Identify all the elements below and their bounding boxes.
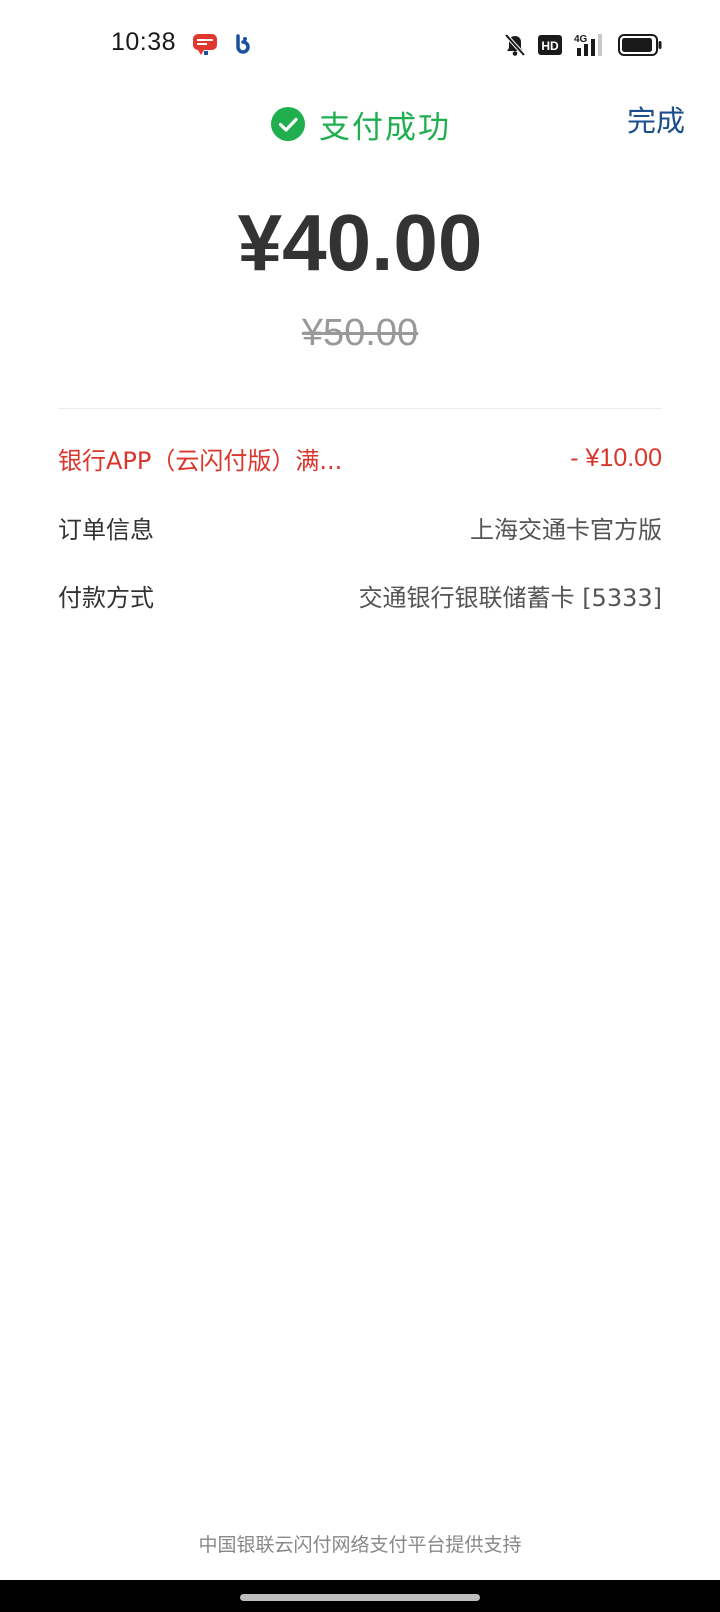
discount-value: - ¥10.00 xyxy=(570,443,662,472)
payment-method-value: 交通银行银联储蓄卡 [5333] xyxy=(358,583,662,612)
divider xyxy=(58,408,662,409)
mute-bell-icon xyxy=(504,33,526,57)
hd-icon: HD xyxy=(538,35,562,55)
original-amount: ¥50.00 xyxy=(301,312,419,354)
battery-icon xyxy=(618,34,662,56)
order-info-label: 订单信息 xyxy=(58,515,154,544)
page-title: 支付成功 xyxy=(319,109,451,146)
status-time: 10:38 xyxy=(111,28,177,56)
status-bar: 10:38 HD 4G xyxy=(0,0,720,92)
order-info-row: 订单信息 上海交通卡官方版 xyxy=(58,507,662,547)
payment-method-label: 付款方式 xyxy=(58,583,154,612)
svg-text:HD: HD xyxy=(541,39,559,53)
success-status: 支付成功 xyxy=(271,102,451,146)
status-icons: HD 4G xyxy=(504,30,662,60)
svg-text:4G: 4G xyxy=(574,34,588,45)
discount-row: 银行APP（云闪付版）满... - ¥10.00 xyxy=(58,438,662,478)
signal-4g-icon: 4G xyxy=(574,32,606,58)
header: 支付成功 完成 xyxy=(0,92,720,172)
paid-amount: ¥40.00 xyxy=(237,198,483,287)
payment-method-row: 付款方式 交通银行银联储蓄卡 [5333] xyxy=(58,575,662,615)
cloud-quickpass-app-icon xyxy=(192,32,218,56)
bankcomm-app-icon xyxy=(230,33,252,55)
navigation-bar xyxy=(0,1580,720,1612)
home-indicator[interactable] xyxy=(240,1594,480,1601)
order-info-value: 上海交通卡官方版 xyxy=(470,515,662,544)
footer-note: 中国银联云闪付网络支付平台提供支持 xyxy=(198,1534,522,1556)
discount-label: 银行APP（云闪付版）满... xyxy=(58,446,343,475)
done-button[interactable]: 完成 xyxy=(627,98,685,140)
check-circle-icon xyxy=(271,107,305,141)
